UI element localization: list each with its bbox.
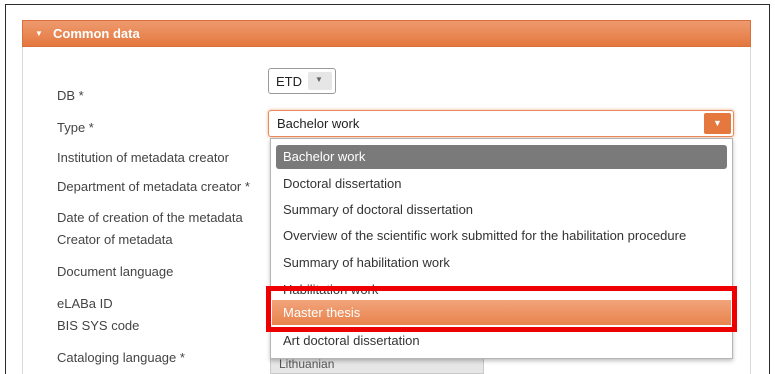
label-institution: Institution of metadata creator [57, 150, 229, 165]
label-department: Department of metadata creator * [57, 179, 250, 194]
dropdown-option[interactable]: Overview of the scientific work submitte… [276, 224, 727, 248]
label-date-created: Date of creation of the metadata [57, 210, 243, 225]
dropdown-option[interactable]: Bachelor work [276, 145, 727, 169]
collapse-triangle-icon[interactable]: ▼ [35, 21, 43, 46]
label-db: DB * [57, 88, 84, 103]
db-dropdown-button[interactable]: ▼ [308, 72, 332, 90]
highlight-annotation-box [266, 286, 737, 332]
common-data-header[interactable]: ▼ Common data [22, 20, 751, 47]
label-creator: Creator of metadata [57, 232, 173, 247]
db-select[interactable]: ETD ▼ [268, 68, 336, 94]
label-elaba-id: eLABa ID [57, 296, 113, 311]
type-dropdown-button[interactable]: ▼ [704, 113, 731, 134]
dropdown-option[interactable]: Art doctoral dissertation [276, 329, 727, 353]
chevron-down-icon: ▼ [713, 118, 722, 128]
label-bis-sys: BIS SYS code [57, 318, 140, 333]
chevron-down-icon: ▼ [315, 75, 323, 84]
dropdown-option[interactable]: Summary of habilitation work [276, 251, 727, 275]
type-select-value: Bachelor work [277, 116, 360, 131]
db-select-value: ETD [276, 74, 302, 89]
label-cataloging-language: Cataloging language * [57, 350, 185, 365]
type-select[interactable]: Bachelor work ▼ [268, 110, 734, 137]
label-type: Type * [57, 120, 94, 135]
dropdown-option[interactable]: Summary of doctoral dissertation [276, 198, 727, 222]
cataloging-language-value: Lithuanian [279, 357, 335, 371]
label-document-language: Document language [57, 264, 174, 279]
dropdown-option[interactable]: Doctoral dissertation [276, 172, 727, 196]
panel-title: Common data [53, 26, 140, 41]
